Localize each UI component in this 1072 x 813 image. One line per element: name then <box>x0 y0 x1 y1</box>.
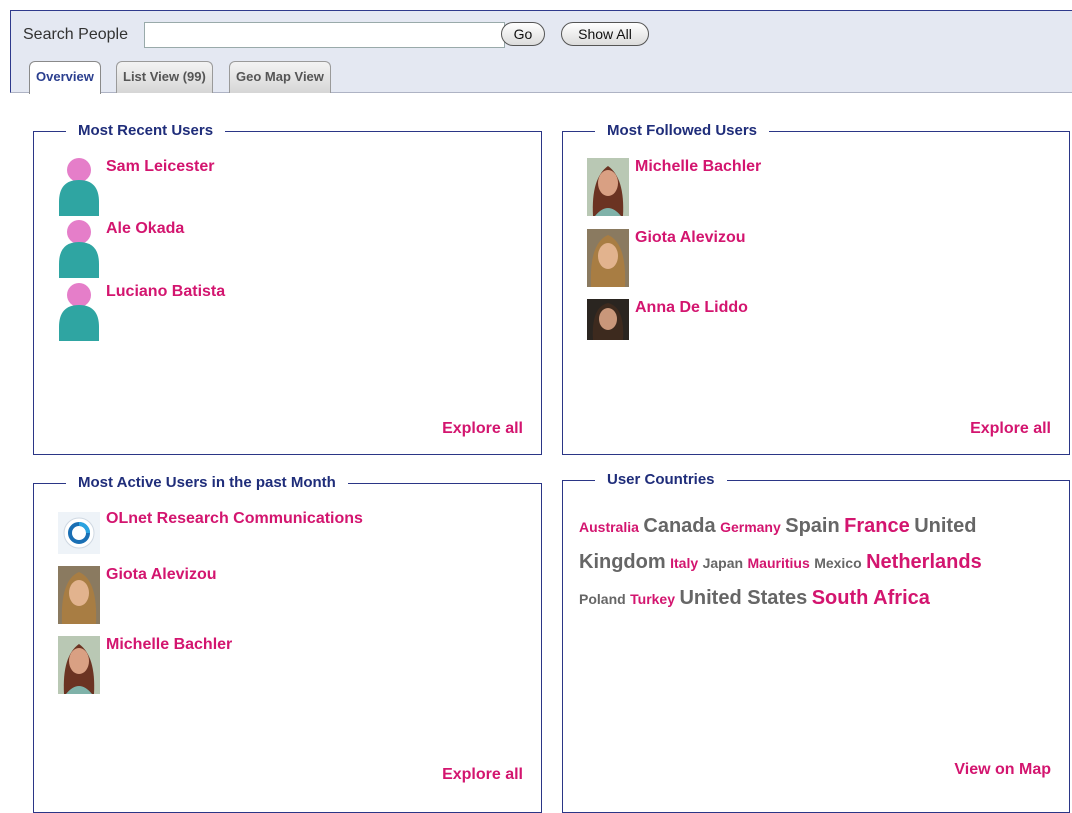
olnet-logo-icon <box>58 512 100 554</box>
show-all-button[interactable]: Show All <box>561 22 649 46</box>
explore-all-link[interactable]: Explore all <box>442 420 523 438</box>
country-tag[interactable]: Germany <box>720 519 781 535</box>
user-link[interactable]: Luciano Batista <box>106 283 225 301</box>
panel-user-countries: User Countries Australia Canada Germany … <box>562 471 1070 813</box>
go-button[interactable]: Go <box>501 22 545 46</box>
explore-all-link[interactable]: Explore all <box>970 420 1051 438</box>
user-photo-avatar <box>58 636 100 694</box>
tab-overview[interactable]: Overview <box>29 61 101 94</box>
country-tag[interactable]: Netherlands <box>866 551 982 573</box>
panel-title: Most Recent Users <box>66 122 226 139</box>
country-tag[interactable]: United States <box>679 587 807 609</box>
panel-most-recent-users: Most Recent Users Sam Leicester Ale Okad… <box>33 122 542 455</box>
list-item: Michelle Bachler <box>58 636 498 696</box>
country-tag[interactable]: Spain <box>785 515 839 537</box>
country-tag[interactable]: Canada <box>643 515 715 537</box>
search-label: Search People <box>23 26 128 43</box>
country-tag[interactable]: France <box>844 515 910 537</box>
panel-title: User Countries <box>595 471 727 488</box>
tab-list-view[interactable]: List View (99) <box>116 61 213 93</box>
default-avatar-icon <box>59 283 99 341</box>
list-item: OLnet Research Communications <box>58 510 498 570</box>
country-tag[interactable]: Japan <box>703 555 743 571</box>
user-link[interactable]: Giota Alevizou <box>635 229 746 247</box>
user-photo-avatar <box>58 566 100 624</box>
default-avatar-icon <box>59 220 99 278</box>
user-link[interactable]: Giota Alevizou <box>106 566 217 584</box>
user-link[interactable]: OLnet Research Communications <box>106 510 363 528</box>
country-tag[interactable]: South Africa <box>812 587 930 609</box>
panel-title: Most Active Users in the past Month <box>66 474 348 491</box>
list-item: Michelle Bachler <box>587 158 1027 218</box>
panel-title: Most Followed Users <box>595 122 770 139</box>
list-item: Ale Okada <box>58 220 498 280</box>
list-item: Luciano Batista <box>58 283 498 343</box>
user-link[interactable]: Michelle Bachler <box>635 158 761 176</box>
list-item: Giota Alevizou <box>58 566 498 626</box>
country-tag[interactable]: Turkey <box>630 591 675 607</box>
list-item: Giota Alevizou <box>587 229 1027 289</box>
list-item: Sam Leicester <box>58 158 498 218</box>
country-tag[interactable]: Mexico <box>814 555 861 571</box>
country-tag[interactable]: Italy <box>670 555 698 571</box>
user-link[interactable]: Ale Okada <box>106 220 184 238</box>
default-avatar-icon <box>59 158 99 216</box>
user-photo-avatar <box>587 299 629 340</box>
user-link[interactable]: Michelle Bachler <box>106 636 232 654</box>
list-item: Anna De Liddo <box>587 299 1027 341</box>
explore-all-link[interactable]: Explore all <box>442 766 523 798</box>
user-link[interactable]: Sam Leicester <box>106 158 215 176</box>
tab-geo-map-view[interactable]: Geo Map View <box>229 61 331 93</box>
user-link[interactable]: Anna De Liddo <box>635 299 748 317</box>
user-photo-avatar <box>587 229 629 287</box>
search-bar: Search People Go Show All Overview List … <box>10 10 1072 94</box>
country-tag[interactable]: Poland <box>579 591 626 607</box>
country-tag-cloud: Australia Canada Germany Spain France Un… <box>579 509 1019 617</box>
panel-most-followed-users: Most Followed Users Michelle Bachler Gio… <box>562 122 1070 455</box>
user-photo-avatar <box>587 158 629 216</box>
country-tag[interactable]: Mauritius <box>748 555 810 571</box>
panel-most-active-users: Most Active Users in the past Month OLne… <box>33 474 542 813</box>
search-input[interactable] <box>144 22 505 48</box>
country-tag[interactable]: Australia <box>579 519 639 535</box>
view-on-map-link[interactable]: View on Map <box>954 761 1051 779</box>
